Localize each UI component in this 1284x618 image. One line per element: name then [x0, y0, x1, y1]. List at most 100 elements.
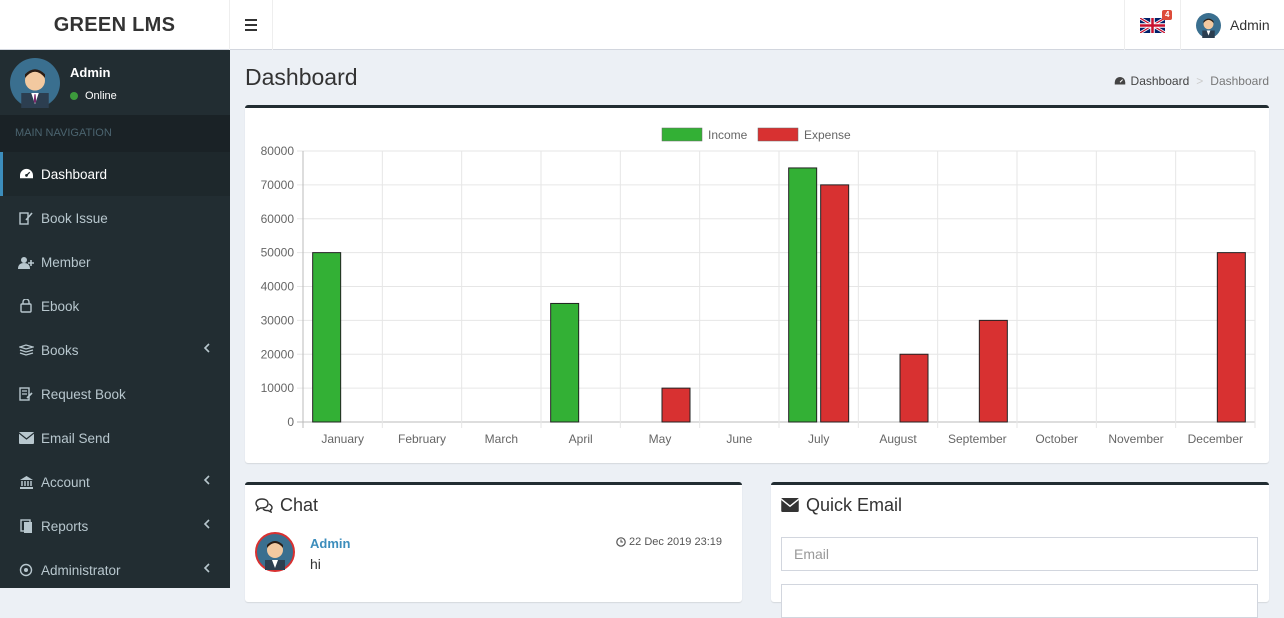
chat-header: Chat: [245, 485, 742, 525]
y-tick-label: 50000: [261, 246, 295, 260]
dashboard-icon: [18, 167, 34, 181]
uk-flag-icon: [1140, 17, 1165, 33]
book-issue-icon: [18, 211, 34, 225]
sidebar-item-administrator[interactable]: Administrator: [0, 548, 230, 592]
avatar: [1196, 12, 1221, 38]
bar-income: [550, 302, 580, 423]
sidebar-item-label: Account: [41, 474, 90, 490]
y-tick-label: 30000: [261, 313, 295, 327]
bar-expense: [661, 387, 691, 423]
sidebar-item-label: Email Send: [41, 430, 111, 446]
breadcrumb: Dashboard > Dashboard: [1114, 74, 1269, 88]
app-logo[interactable]: GREEN LMS: [0, 0, 230, 50]
sidebar-item-label: Administrator: [41, 562, 121, 578]
x-tick-label: April: [569, 432, 593, 446]
sidebar-toggle-button[interactable]: [230, 0, 273, 50]
request-book-icon: [18, 387, 34, 401]
administrator-icon: [18, 563, 34, 577]
online-dot-icon: [70, 92, 78, 100]
legend-label: Expense: [804, 128, 851, 142]
chat-box: Chat Admin 22 Dec 2019 23:19 hi: [245, 482, 742, 602]
nav-header: MAIN NAVIGATION: [0, 115, 230, 152]
breadcrumb-current: Dashboard: [1210, 74, 1269, 88]
notification-badge: 4: [1162, 10, 1173, 20]
user-plus-icon: [18, 255, 34, 269]
books-icon: [18, 343, 34, 357]
bar-income: [312, 252, 342, 423]
sidebar-item-label: Member: [41, 254, 91, 270]
sidebar-user-name: Admin: [70, 65, 111, 80]
user-panel: Admin Online: [0, 50, 230, 115]
sidebar-item-books[interactable]: Books: [0, 328, 230, 372]
online-status: Online: [70, 90, 117, 102]
page-title: Dashboard: [245, 64, 358, 90]
chat-author-link[interactable]: Admin: [310, 536, 350, 551]
sidebar-item-reports[interactable]: Reports: [0, 504, 230, 548]
x-tick-label: May: [649, 432, 672, 446]
quick-email-header: Quick Email: [771, 485, 1269, 525]
language-selector[interactable]: 4: [1124, 0, 1181, 50]
sidebar-item-member[interactable]: Member: [0, 240, 230, 284]
y-tick-label: 40000: [261, 280, 295, 294]
x-tick-label: December: [1188, 432, 1243, 446]
y-tick-label: 10000: [261, 381, 295, 395]
y-tick-label: 20000: [261, 347, 295, 361]
sidebar-item-ebook[interactable]: Ebook: [0, 284, 230, 328]
user-menu[interactable]: Admin: [1196, 0, 1270, 50]
bar-income: [788, 167, 818, 423]
bar-expense: [820, 184, 850, 423]
quick-email-title: Quick Email: [806, 494, 903, 515]
avatar: [255, 532, 295, 572]
chat-message-text: hi: [310, 556, 321, 572]
sidebar-item-request-book[interactable]: Request Book: [0, 372, 230, 416]
sidebar-item-account[interactable]: Account: [0, 460, 230, 504]
chat-timestamp: 22 Dec 2019 23:19: [616, 536, 722, 548]
legend-swatch: [661, 127, 703, 142]
y-tick-label: 60000: [261, 212, 295, 226]
sidebar-item-label: Books: [41, 342, 79, 358]
x-tick-label: September: [948, 432, 1007, 446]
dashboard-icon: [1114, 76, 1125, 84]
breadcrumb-home-link[interactable]: Dashboard: [1131, 74, 1190, 88]
account-icon: [18, 475, 34, 489]
sidebar-item-label: Dashboard: [41, 166, 108, 182]
x-tick-label: June: [726, 432, 752, 446]
income-expense-chart-box: 0 10000 20000 30000 40000 50000 60000 70000 8000…: [245, 105, 1269, 463]
x-tick-label: August: [879, 432, 917, 446]
sidebar-item-label: Book Issue: [41, 210, 108, 226]
sidebar-item-book-issue[interactable]: Book Issue: [0, 196, 230, 240]
bar-expense: [1216, 252, 1246, 423]
y-tick-label: 0: [287, 415, 294, 429]
status-label: Online: [85, 90, 117, 102]
top-navbar: GREEN LMS 4 Admin: [0, 0, 1284, 50]
legend-swatch: [757, 127, 799, 142]
x-tick-label: July: [808, 432, 829, 446]
hamburger-icon: [245, 18, 257, 33]
comments-icon: [255, 497, 273, 513]
x-tick-label: March: [485, 432, 518, 446]
avatar: [10, 58, 60, 108]
email-field[interactable]: [781, 537, 1258, 571]
chat-title: Chat: [280, 494, 319, 515]
bar-expense: [899, 353, 929, 423]
sidebar-item-label: Reports: [41, 518, 89, 534]
x-tick-label: February: [398, 432, 446, 446]
sidebar: Admin Online MAIN NAVIGATION Dashboard B…: [0, 50, 230, 588]
x-tick-label: November: [1108, 432, 1163, 446]
sidebar-item-email-send[interactable]: Email Send: [0, 416, 230, 460]
envelope-icon: [18, 431, 34, 445]
sidebar-item-dashboard[interactable]: Dashboard: [0, 152, 230, 196]
subject-field[interactable]: [781, 584, 1258, 618]
legend-label: Income: [708, 128, 748, 142]
chevron-left-icon: [203, 563, 210, 573]
ebook-icon: [18, 299, 34, 313]
chevron-left-icon: [203, 343, 210, 353]
bar-expense: [978, 319, 1008, 423]
sidebar-item-label: Ebook: [41, 298, 80, 314]
header-user-name: Admin: [1230, 17, 1270, 33]
breadcrumb-separator: >: [1196, 74, 1204, 88]
quick-email-box: Quick Email: [771, 482, 1269, 618]
chat-time-text: 22 Dec 2019 23:19: [629, 536, 722, 548]
sidebar-item-label: Request Book: [41, 386, 126, 402]
chevron-left-icon: [203, 519, 210, 529]
